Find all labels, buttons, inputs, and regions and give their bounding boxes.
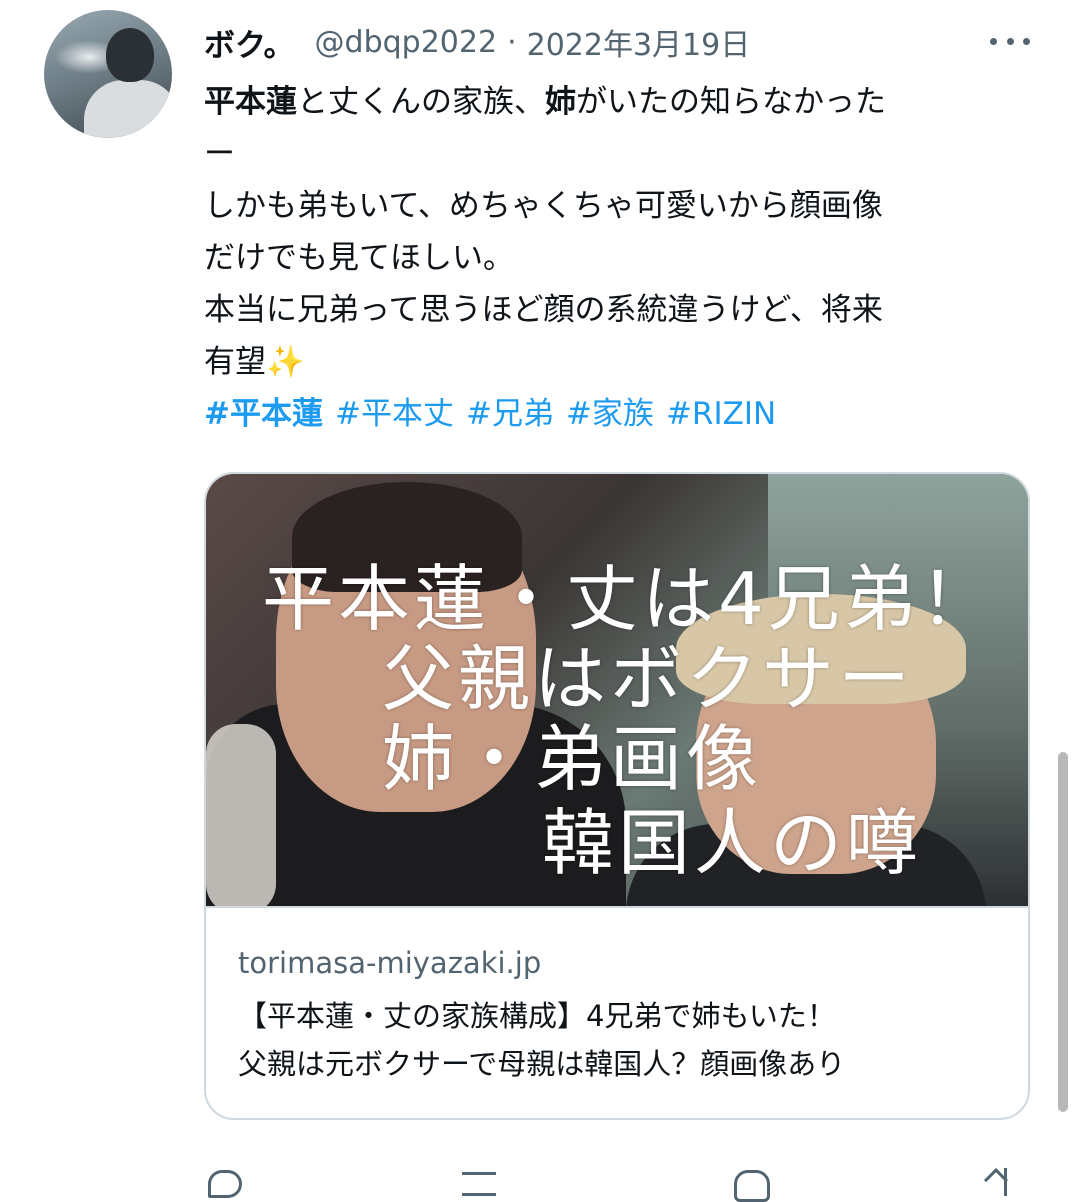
- text-span: 有望: [204, 344, 266, 380]
- more-options-icon[interactable]: [990, 26, 1030, 56]
- image-caption: 平本蓮・丈は4兄弟！ 父親はボクサー 姉・弟画像 韓国人の噂: [206, 474, 1028, 906]
- hashtag-link[interactable]: #平本丈: [335, 396, 454, 432]
- tweet-text: 平本蓮と丈くんの家族、姉がいたの知らなかった ー しかも弟もいて、めちゃくちゃ可…: [204, 76, 1014, 440]
- card-title-line: 【平本蓮・丈の家族構成】4兄弟で姉もいた！: [238, 999, 836, 1033]
- tweet-line-6: 有望✨: [204, 336, 1014, 388]
- tweet-line-1: 平本蓮と丈くんの家族、姉がいたの知らなかった: [204, 76, 1014, 128]
- avatar-head: [106, 28, 154, 82]
- hashtag-link[interactable]: #兄弟: [466, 396, 554, 432]
- tweet-line-2: ー: [204, 136, 235, 172]
- scrollbar[interactable]: [1058, 752, 1068, 1112]
- hashtag-link[interactable]: #平本蓮: [204, 396, 323, 432]
- card-info[interactable]: torimasa-miyazaki.jp 【平本蓮・丈の家族構成】4兄弟で姉もい…: [206, 906, 1028, 1118]
- display-name[interactable]: ボク。: [204, 20, 295, 65]
- card-title: 【平本蓮・丈の家族構成】4兄弟で姉もいた！ 父親は元ボクサーで母親は韓国人？顔画…: [238, 992, 1008, 1088]
- tweet-line-3: しかも弟もいて、めちゃくちゃ可愛いから顔画像: [204, 188, 883, 224]
- tweet-line-4: だけでも見てほしい。: [204, 240, 514, 276]
- text-span: がいたの知らなかった: [576, 84, 886, 120]
- avatar-body: [84, 80, 172, 138]
- card-image[interactable]: 平本蓮・丈は4兄弟！ 父親はボクサー 姉・弟画像 韓国人の噂: [206, 474, 1028, 906]
- hashtag-link[interactable]: #家族: [566, 396, 654, 432]
- retweet-icon[interactable]: [460, 1162, 500, 1200]
- bold-text: 平本蓮: [204, 84, 297, 120]
- bold-text: 姉: [545, 84, 576, 120]
- text-span: と丈くんの家族、: [297, 84, 545, 120]
- more-dot: [990, 37, 997, 45]
- more-dot: [1006, 37, 1014, 45]
- card-title-line: 父親は元ボクサーで母親は韓国人？顔画像あり: [238, 1047, 846, 1081]
- link-card[interactable]: 平本蓮・丈は4兄弟！ 父親はボクサー 姉・弟画像 韓国人の噂 torimasa-…: [204, 472, 1030, 1120]
- user-handle[interactable]: @dbqp2022: [315, 25, 498, 60]
- tweet-date[interactable]: 2022年3月19日: [527, 20, 751, 64]
- share-icon[interactable]: [988, 1162, 1028, 1200]
- like-icon[interactable]: [730, 1162, 770, 1202]
- separator-dot: ·: [507, 24, 517, 60]
- reply-icon[interactable]: [204, 1162, 244, 1200]
- image-caption-line: 韓国人の噂: [542, 801, 923, 885]
- card-domain: torimasa-miyazaki.jp: [238, 946, 542, 980]
- more-dot: [1023, 37, 1030, 45]
- tweet-line-5: 本当に兄弟って思うほど顔の系統違うけど、将来: [204, 292, 883, 328]
- avatar[interactable]: [44, 10, 172, 138]
- sparkles-icon: ✨: [266, 344, 305, 380]
- tweet-actions: [204, 1162, 1024, 1202]
- hashtag-list: #平本蓮 #平本丈 #兄弟 #家族 #RIZIN: [204, 388, 1014, 440]
- tweet-header: ボク。 @dbqp2022 · 2022年3月19日: [204, 20, 1004, 64]
- hashtag-link[interactable]: #RIZIN: [666, 396, 776, 432]
